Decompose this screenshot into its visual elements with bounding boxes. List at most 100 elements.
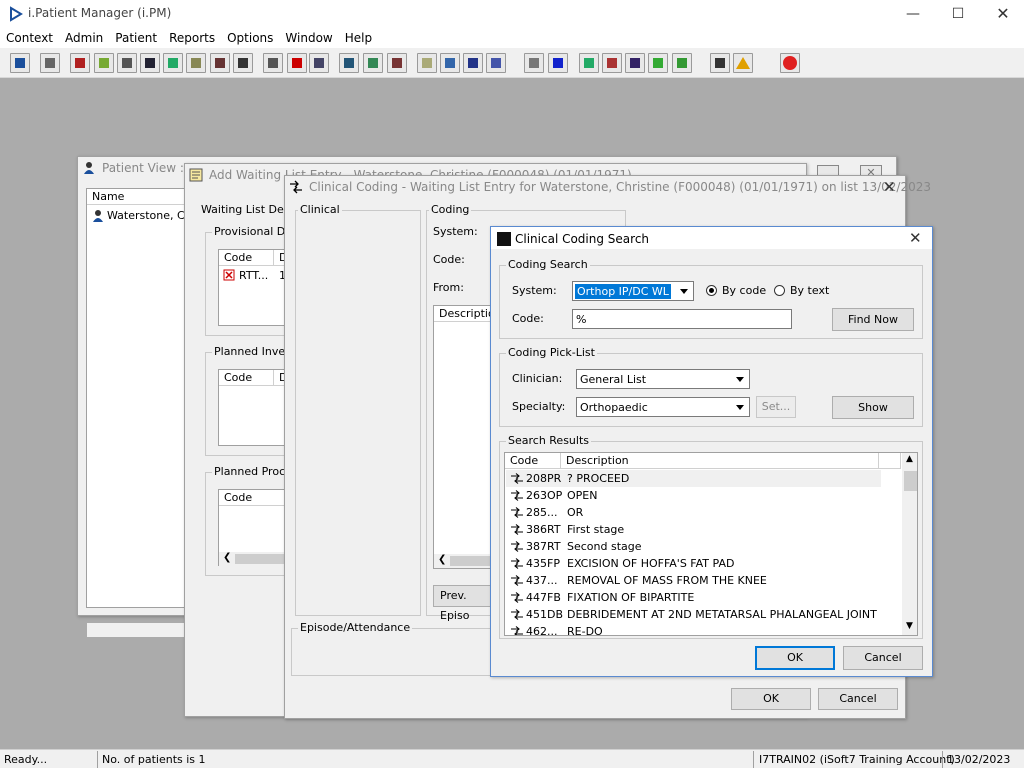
- toolbar-wl-add-button[interactable]: [648, 53, 668, 73]
- list-item[interactable]: Waterstone, Chr: [89, 208, 196, 224]
- column-name-header[interactable]: Name: [87, 189, 186, 205]
- clinical-coding-ok-button[interactable]: OK: [731, 688, 811, 710]
- toolbar-globe-button[interactable]: [579, 53, 599, 73]
- toolbar-letter-button[interactable]: [417, 53, 437, 73]
- toolbar-outcome-button[interactable]: [387, 53, 407, 73]
- by-code-radio[interactable]: [706, 285, 717, 296]
- by-code-label[interactable]: By code: [722, 284, 766, 297]
- system-select[interactable]: Orthop IP/DC WL: [572, 281, 694, 301]
- toolbar-edit-button[interactable]: [94, 53, 114, 73]
- toolbar-wl-entry-button[interactable]: [602, 53, 622, 73]
- toolbar-clinician-button[interactable]: [163, 53, 183, 73]
- chevron-down-icon[interactable]: [676, 283, 692, 299]
- menu-help[interactable]: Help: [339, 28, 378, 45]
- close-button[interactable]: ✕: [980, 0, 1024, 28]
- chevron-down-icon[interactable]: [732, 399, 748, 415]
- toolbar-exit-button[interactable]: [780, 53, 800, 73]
- toolbar-monitor-button[interactable]: [309, 53, 329, 73]
- table-row[interactable]: 386RT First stage: [506, 521, 881, 538]
- coding-description-list[interactable]: Description ❮: [433, 305, 502, 569]
- menu-reports[interactable]: Reports: [163, 28, 221, 45]
- menu-options[interactable]: Options: [221, 28, 279, 45]
- description-header[interactable]: Description: [434, 306, 502, 322]
- table-row[interactable]: 451DB DEBRIDEMENT AT 2ND METATARSAL PHALA…: [506, 606, 881, 623]
- toolbar-theatre-button[interactable]: [486, 53, 506, 73]
- toolbar-patient-button[interactable]: [10, 53, 30, 73]
- table-row[interactable]: 447FB FIXATION OF BIPARTITE: [506, 589, 881, 606]
- clinical-coding-close-button[interactable]: ✕: [883, 178, 896, 196]
- hscrollbar[interactable]: [87, 623, 185, 637]
- toolbar-diary-button[interactable]: [363, 53, 383, 73]
- toolbar-wl-check-button[interactable]: [672, 53, 692, 73]
- maximize-button[interactable]: ☐: [935, 0, 981, 28]
- app-title: i.Patient Manager (i.PM): [28, 6, 172, 20]
- table-row[interactable]: 435FP EXCISION OF HOFFA'S FAT PAD: [506, 555, 881, 572]
- status-divider: [97, 751, 98, 768]
- clinical-coding-cancel-button[interactable]: Cancel: [818, 688, 898, 710]
- toolbar-appoint-button[interactable]: [339, 53, 359, 73]
- specialty-select[interactable]: Orthopaedic: [576, 397, 750, 417]
- diagnosis-icon: [223, 269, 235, 281]
- toolbar-chart-button[interactable]: [548, 53, 568, 73]
- by-text-radio[interactable]: [774, 285, 785, 296]
- show-button[interactable]: Show: [832, 396, 914, 419]
- toolbar-ward-button[interactable]: [463, 53, 483, 73]
- toolbar-warning-button[interactable]: [733, 53, 753, 73]
- column-code-header[interactable]: Code: [219, 250, 274, 266]
- coding-search-close-button[interactable]: ✕: [909, 229, 922, 247]
- outcome-icon: [392, 58, 402, 68]
- vscrollbar[interactable]: ▲ ▼: [902, 453, 917, 635]
- toolbar-clinic-button[interactable]: [440, 53, 460, 73]
- toolbar-register-button[interactable]: [70, 53, 90, 73]
- column-code-header[interactable]: Code: [219, 370, 274, 386]
- patient-list[interactable]: Name Waterstone, Chr: [86, 188, 196, 637]
- scroll-thumb[interactable]: [904, 471, 917, 491]
- scroll-down-icon[interactable]: ▼: [906, 621, 913, 631]
- clinical-coding-titlebar[interactable]: Clinical Coding - Waiting List Entry for…: [285, 176, 931, 198]
- code-input[interactable]: %: [572, 309, 792, 329]
- table-row[interactable]: 285... OR: [506, 504, 881, 521]
- table-row[interactable]: 437... REMOVAL OF MASS FROM THE KNEE: [506, 572, 881, 589]
- table-row[interactable]: 263OP OPEN: [506, 487, 881, 504]
- toolbar-wl-review-button[interactable]: [625, 53, 645, 73]
- cancel-button[interactable]: Cancel: [843, 646, 923, 670]
- menu-window[interactable]: Window: [279, 28, 338, 45]
- column-description-header[interactable]: Description: [561, 453, 879, 469]
- toolbar-transport-button[interactable]: [233, 53, 253, 73]
- scroll-left-icon[interactable]: ❮: [223, 552, 231, 563]
- scroll-left-icon[interactable]: ❮: [438, 554, 446, 565]
- by-text-label[interactable]: By text: [790, 284, 829, 297]
- scroll-up-icon[interactable]: ▲: [906, 454, 913, 464]
- prev-episode-button[interactable]: Prev. Episo: [433, 585, 497, 622]
- result-description: First stage: [567, 523, 625, 536]
- table-row[interactable]: 387RT Second stage: [506, 538, 881, 555]
- chevron-down-icon[interactable]: [732, 371, 748, 387]
- toolbar-mail-button[interactable]: [140, 53, 160, 73]
- ok-button[interactable]: OK: [755, 646, 835, 670]
- table-row[interactable]: 208PR ? PROCEED: [506, 470, 881, 487]
- toolbar-record-button[interactable]: [117, 53, 137, 73]
- column-code-header[interactable]: Code: [505, 453, 561, 469]
- menu-patient[interactable]: Patient: [109, 28, 163, 45]
- minimize-button[interactable]: —: [890, 0, 936, 28]
- toolbar-referral-button[interactable]: [210, 53, 230, 73]
- toolbar-notes-button[interactable]: [186, 53, 206, 73]
- set-button[interactable]: Set...: [756, 396, 796, 418]
- diagnosis-code[interactable]: RTT...: [239, 269, 268, 282]
- scroll-thumb[interactable]: [450, 556, 490, 566]
- toolbar-clock-button[interactable]: [287, 53, 307, 73]
- toolbar-list-button[interactable]: [40, 53, 60, 73]
- toolbar-document-button[interactable]: [524, 53, 544, 73]
- find-now-button[interactable]: Find Now: [832, 308, 914, 331]
- hscrollbar[interactable]: ❮: [434, 554, 492, 568]
- clinician-select[interactable]: General List: [576, 369, 750, 389]
- table-row[interactable]: 462... RE-DO: [506, 623, 881, 635]
- menu-admin[interactable]: Admin: [59, 28, 109, 45]
- coding-search-titlebar[interactable]: Clinical Coding Search ✕: [491, 227, 932, 249]
- menu-context[interactable]: Context: [0, 28, 59, 45]
- status-divider: [942, 751, 943, 768]
- toolbar-search-button[interactable]: [263, 53, 283, 73]
- toolbar-transfer-button[interactable]: [710, 53, 730, 73]
- search-results-list[interactable]: Code Description ▲ ▼ 208PR ? PROCEED 263OP…: [504, 452, 918, 636]
- patient-icon: [15, 58, 25, 68]
